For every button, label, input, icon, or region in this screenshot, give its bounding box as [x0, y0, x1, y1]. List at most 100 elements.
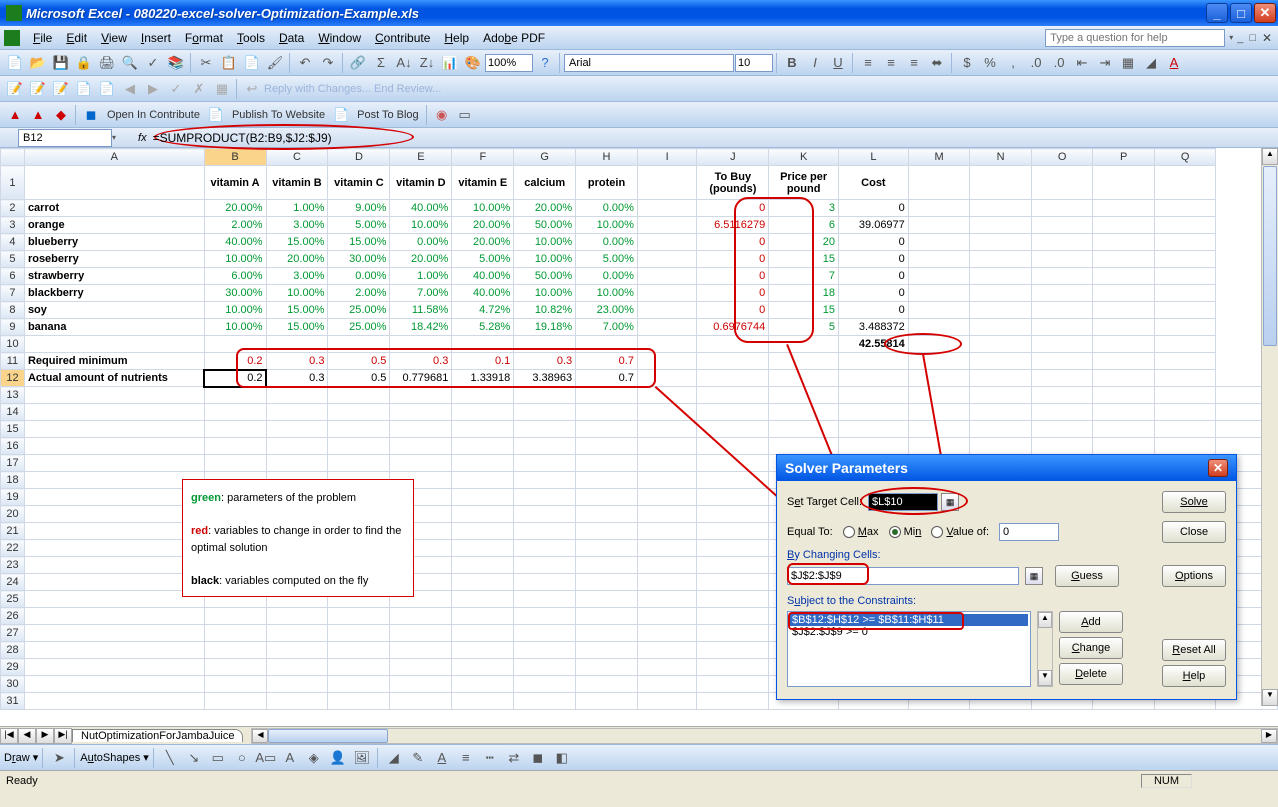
value-of-input[interactable]: [999, 523, 1059, 541]
fx-icon[interactable]: fx: [138, 132, 147, 144]
food-name-cell[interactable]: carrot: [24, 200, 204, 217]
row-header[interactable]: 2: [1, 200, 25, 217]
solver-close-button[interactable]: ✕: [1208, 459, 1228, 477]
food-row[interactable]: 7blackberry30.00%10.00%2.00%7.00%40.00%1…: [1, 285, 1278, 302]
nutrient-cell[interactable]: 10.00%: [576, 285, 638, 302]
add-button[interactable]: Add: [1059, 611, 1123, 633]
cost-cell[interactable]: 0: [838, 285, 908, 302]
menu-help[interactable]: Help: [437, 29, 476, 47]
scroll-down-icon[interactable]: ▼: [1262, 689, 1278, 706]
col-header[interactable]: I: [637, 149, 696, 166]
row-header[interactable]: 24: [1, 574, 25, 591]
nutrient-cell[interactable]: 0.00%: [576, 234, 638, 251]
col-header[interactable]: J: [697, 149, 769, 166]
diagram-icon[interactable]: ◈: [303, 747, 325, 769]
row-header[interactable]: 11: [1, 353, 25, 370]
food-name-cell[interactable]: blackberry: [24, 285, 204, 302]
close-window-button[interactable]: ✕: [1254, 3, 1276, 23]
undo-icon[interactable]: ↶: [294, 52, 316, 74]
nutrient-cell[interactable]: 10.00%: [452, 200, 514, 217]
col-header[interactable]: G: [514, 149, 576, 166]
review-icon-4[interactable]: 📄: [73, 78, 95, 100]
col-header[interactable]: D: [328, 149, 390, 166]
wordart-icon[interactable]: A: [279, 747, 301, 769]
copy-icon[interactable]: 📋: [218, 52, 240, 74]
nutrient-cell[interactable]: 10.00%: [514, 251, 576, 268]
column-header-row[interactable]: A B CD EF GH IJ KL MN OP Q: [1, 149, 1278, 166]
snagit-window-icon[interactable]: ▭: [454, 104, 476, 126]
row-header[interactable]: 22: [1, 540, 25, 557]
row-header[interactable]: 10: [1, 336, 25, 353]
constraints-listbox[interactable]: $B$12:$H$12 >= $B$11:$H$11 $J$2:$J$9 >= …: [787, 611, 1031, 687]
col-header[interactable]: N: [970, 149, 1032, 166]
redo-icon[interactable]: ↷: [317, 52, 339, 74]
row-header[interactable]: 26: [1, 608, 25, 625]
sheet-tab-active[interactable]: NutOptimizationForJambaJuice: [72, 729, 243, 742]
cost-cell[interactable]: 0: [838, 302, 908, 319]
contribute-app-icon[interactable]: ◼: [80, 104, 102, 126]
underline-button[interactable]: U: [827, 52, 849, 74]
changing-ref-picker-icon[interactable]: ▦: [1025, 567, 1043, 585]
menu-window[interactable]: Window: [311, 29, 368, 47]
nutrient-cell[interactable]: 10.00%: [266, 285, 328, 302]
nutrient-cell[interactable]: 11.58%: [390, 302, 452, 319]
menu-tools[interactable]: Tools: [230, 29, 272, 47]
nutrient-cell[interactable]: 0.00%: [390, 234, 452, 251]
nutrient-cell[interactable]: 3.00%: [266, 217, 328, 234]
nutrient-cell[interactable]: 20.00%: [266, 251, 328, 268]
row-header[interactable]: 5: [1, 251, 25, 268]
open-icon[interactable]: 📂: [27, 52, 49, 74]
cost-cell[interactable]: 39.06977: [838, 217, 908, 234]
nutrient-cell[interactable]: 10.82%: [514, 302, 576, 319]
nutrient-cell[interactable]: 18.42%: [390, 319, 452, 336]
nutrient-cell[interactable]: 5.00%: [576, 251, 638, 268]
nutrient-cell[interactable]: 20.00%: [204, 200, 266, 217]
nutrient-cell[interactable]: 5.28%: [452, 319, 514, 336]
increase-decimal-icon[interactable]: .0: [1025, 52, 1047, 74]
scroll-up-icon[interactable]: ▲: [1038, 612, 1052, 628]
col-label[interactable]: vitamin D: [390, 166, 452, 200]
row-header[interactable]: 7: [1, 285, 25, 302]
food-row[interactable]: 3orange2.00%3.00%5.00%10.00%20.00%50.00%…: [1, 217, 1278, 234]
autosum-icon[interactable]: Σ: [370, 52, 392, 74]
row-header[interactable]: 18: [1, 472, 25, 489]
col-label[interactable]: vitamin E: [452, 166, 514, 200]
row-header[interactable]: 16: [1, 438, 25, 455]
dash-style-icon[interactable]: ┅: [479, 747, 501, 769]
line-icon[interactable]: ╲: [159, 747, 181, 769]
menu-edit[interactable]: Edit: [59, 29, 94, 47]
nutrient-cell[interactable]: 10.00%: [204, 302, 266, 319]
row-header[interactable]: 21: [1, 523, 25, 540]
food-row[interactable]: 6strawberry6.00%3.00%0.00%1.00%40.00%50.…: [1, 268, 1278, 285]
row-header[interactable]: 31: [1, 693, 25, 710]
row-header[interactable]: 28: [1, 642, 25, 659]
select-all-corner[interactable]: [1, 149, 25, 166]
nutrient-cell[interactable]: 40.00%: [390, 200, 452, 217]
radio-max[interactable]: [843, 526, 855, 538]
nutrient-cell[interactable]: 25.00%: [328, 319, 390, 336]
empty-row[interactable]: 15: [1, 421, 1278, 438]
name-box-dropdown-icon[interactable]: ▾: [112, 133, 116, 142]
currency-icon[interactable]: $: [956, 52, 978, 74]
col-label[interactable]: vitamin C: [328, 166, 390, 200]
print-icon[interactable]: 🖨: [96, 52, 118, 74]
row-header[interactable]: 4: [1, 234, 25, 251]
col-header[interactable]: L: [838, 149, 908, 166]
horizontal-scrollbar[interactable]: ◀ ▶: [251, 728, 1278, 744]
col-header[interactable]: H: [576, 149, 638, 166]
row-label[interactable]: Actual amount of nutrients: [24, 370, 204, 387]
cut-icon[interactable]: ✂: [195, 52, 217, 74]
nutrient-cell[interactable]: 7.00%: [576, 319, 638, 336]
arrow-style-icon[interactable]: ⇄: [503, 747, 525, 769]
food-name-cell[interactable]: blueberry: [24, 234, 204, 251]
font-color-icon[interactable]: A: [431, 747, 453, 769]
nutrient-cell[interactable]: 30.00%: [204, 285, 266, 302]
borders-icon[interactable]: ▦: [1117, 52, 1139, 74]
italic-button[interactable]: I: [804, 52, 826, 74]
review-icon-2[interactable]: 📝: [27, 78, 49, 100]
drawing-icon[interactable]: 🎨: [462, 52, 484, 74]
nutrient-cell[interactable]: 1.00%: [266, 200, 328, 217]
pdf-icon-3[interactable]: ◆: [50, 104, 72, 126]
nutrient-cell[interactable]: 6.00%: [204, 268, 266, 285]
nutrient-cell[interactable]: 50.00%: [514, 217, 576, 234]
